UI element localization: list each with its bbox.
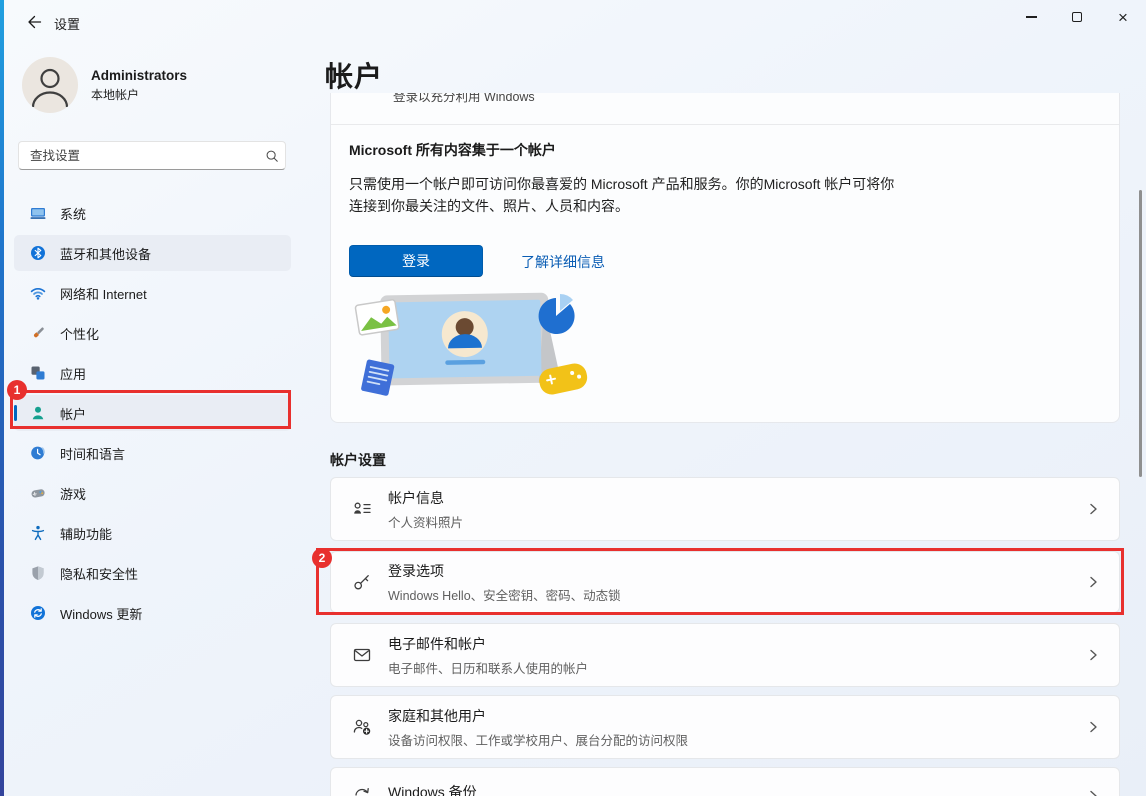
back-arrow-icon bbox=[26, 14, 42, 30]
sidebar-item-windows-update[interactable]: Windows 更新 bbox=[14, 595, 291, 631]
avatar bbox=[22, 57, 78, 113]
settings-row-family-other-users[interactable]: 家庭和其他用户 设备访问权限、工作或学校用户、展台分配的访问权限 bbox=[330, 695, 1120, 759]
hero-body-text: 只需使用一个帐户即可访问你最喜爱的 Microsoft 产品和服务。你的Micr… bbox=[349, 173, 905, 217]
settings-row-account-info[interactable]: 帐户信息 个人资料照片 bbox=[330, 477, 1120, 541]
person-avatar-icon bbox=[22, 57, 78, 113]
sidebar-item-personalization[interactable]: 个性化 bbox=[14, 315, 291, 351]
profile-text: Administrators 本地帐户 bbox=[91, 68, 187, 103]
chevron-right-icon bbox=[1085, 647, 1101, 663]
windows-update-icon bbox=[30, 605, 46, 621]
annotation-box-step1 bbox=[10, 390, 291, 429]
sidebar-item-label: 辅助功能 bbox=[60, 524, 112, 543]
row-subtitle: 设备访问权限、工作或学校用户、展台分配的访问权限 bbox=[388, 730, 1085, 749]
page-title: 帐户 bbox=[325, 55, 383, 95]
microsoft-account-card: 登录以充分利用 Windows Microsoft 所有内容集于一个帐户 只需使… bbox=[330, 93, 1120, 423]
settings-window: 设置 × Administrators 本地帐户 bbox=[0, 0, 1146, 796]
sidebar-item-time-language[interactable]: 时间和语言 bbox=[14, 435, 291, 471]
row-text: 家庭和其他用户 设备访问权限、工作或学校用户、展台分配的访问权限 bbox=[388, 706, 1085, 749]
privacy-icon bbox=[30, 565, 46, 581]
sidebar-item-accessibility[interactable]: 辅助功能 bbox=[14, 515, 291, 551]
maximize-button[interactable] bbox=[1054, 0, 1100, 34]
apps-icon bbox=[30, 365, 46, 381]
clipped-row-text: 登录以充分利用 Windows bbox=[393, 93, 693, 104]
sidebar-item-label: 游戏 bbox=[60, 484, 86, 503]
search-box[interactable] bbox=[18, 141, 286, 170]
devices-illustration-icon bbox=[349, 286, 601, 398]
bluetooth-icon bbox=[30, 245, 46, 261]
row-title: Windows 备份 bbox=[388, 782, 1085, 796]
sidebar-item-label: 系统 bbox=[60, 204, 86, 223]
row-title: 家庭和其他用户 bbox=[388, 706, 1085, 726]
sidebar-item-privacy-security[interactable]: 隐私和安全性 bbox=[14, 555, 291, 591]
section-header-account-settings: 帐户设置 bbox=[330, 450, 386, 470]
search-icon[interactable] bbox=[259, 149, 285, 163]
sidebar-item-bluetooth-devices[interactable]: 蓝牙和其他设备 bbox=[14, 235, 291, 271]
search-input[interactable] bbox=[19, 149, 259, 163]
annotation-badge-1: 1 bbox=[7, 380, 27, 400]
app-title: 设置 bbox=[54, 14, 80, 33]
sidebar-item-network-internet[interactable]: 网络和 Internet bbox=[14, 275, 291, 311]
card-divider bbox=[331, 124, 1119, 125]
row-text: Windows 备份 bbox=[388, 782, 1085, 796]
settings-row-email-accounts[interactable]: 电子邮件和帐户 电子邮件、日历和联系人使用的帐户 bbox=[330, 623, 1120, 687]
vertical-scrollbar-thumb[interactable] bbox=[1139, 190, 1142, 477]
hero-heading: Microsoft 所有内容集于一个帐户 bbox=[349, 140, 556, 160]
annotation-box-step2 bbox=[316, 548, 1124, 615]
chevron-right-icon bbox=[1085, 501, 1101, 517]
window-controls: × bbox=[1008, 0, 1146, 34]
mail-icon bbox=[351, 645, 373, 665]
minimize-icon bbox=[1026, 16, 1037, 17]
accessibility-icon bbox=[30, 525, 46, 541]
contact-card-icon bbox=[351, 499, 373, 519]
row-subtitle: 电子邮件、日历和联系人使用的帐户 bbox=[388, 658, 1085, 677]
sidebar-item-label: Windows 更新 bbox=[60, 604, 142, 623]
profile-account-type: 本地帐户 bbox=[91, 86, 187, 103]
chevron-right-icon bbox=[1085, 788, 1101, 796]
sidebar-item-label: 应用 bbox=[60, 364, 86, 383]
close-icon: × bbox=[1118, 9, 1128, 26]
settings-row-windows-backup[interactable]: Windows 备份 bbox=[330, 767, 1120, 796]
sidebar-item-label: 个性化 bbox=[60, 324, 99, 343]
back-button[interactable] bbox=[18, 7, 50, 37]
learn-more-link[interactable]: 了解详细信息 bbox=[521, 252, 605, 272]
row-subtitle: 个人资料照片 bbox=[388, 512, 1085, 531]
row-title: 帐户信息 bbox=[388, 488, 1085, 508]
chevron-right-icon bbox=[1085, 719, 1101, 735]
row-text: 帐户信息 个人资料照片 bbox=[388, 488, 1085, 531]
gaming-icon bbox=[30, 485, 46, 501]
backup-icon bbox=[351, 782, 373, 796]
people-add-icon bbox=[351, 717, 373, 737]
sign-in-button[interactable]: 登录 bbox=[349, 245, 483, 277]
sidebar-item-label: 网络和 Internet bbox=[60, 284, 147, 303]
sidebar-item-label: 蓝牙和其他设备 bbox=[60, 244, 151, 263]
profile-name: Administrators bbox=[91, 68, 187, 83]
close-button[interactable]: × bbox=[1100, 0, 1146, 34]
time-language-icon bbox=[30, 445, 46, 461]
window-left-edge bbox=[0, 0, 4, 796]
sidebar-item-system[interactable]: 系统 bbox=[14, 195, 291, 231]
annotation-badge-2: 2 bbox=[312, 548, 332, 568]
system-icon bbox=[30, 205, 46, 221]
sidebar-item-apps[interactable]: 应用 bbox=[14, 355, 291, 391]
minimize-button[interactable] bbox=[1008, 0, 1054, 34]
account-illustration bbox=[349, 286, 601, 403]
network-icon bbox=[30, 285, 46, 301]
row-text: 电子邮件和帐户 电子邮件、日历和联系人使用的帐户 bbox=[388, 634, 1085, 677]
row-title: 电子邮件和帐户 bbox=[388, 634, 1085, 654]
sidebar-item-label: 隐私和安全性 bbox=[60, 564, 138, 583]
maximize-icon bbox=[1072, 12, 1082, 22]
personalization-icon bbox=[30, 325, 46, 341]
user-profile[interactable]: Administrators 本地帐户 bbox=[22, 57, 187, 113]
sidebar-item-gaming[interactable]: 游戏 bbox=[14, 475, 291, 511]
titlebar: 设置 × bbox=[4, 0, 1146, 44]
sidebar-item-label: 时间和语言 bbox=[60, 444, 125, 463]
